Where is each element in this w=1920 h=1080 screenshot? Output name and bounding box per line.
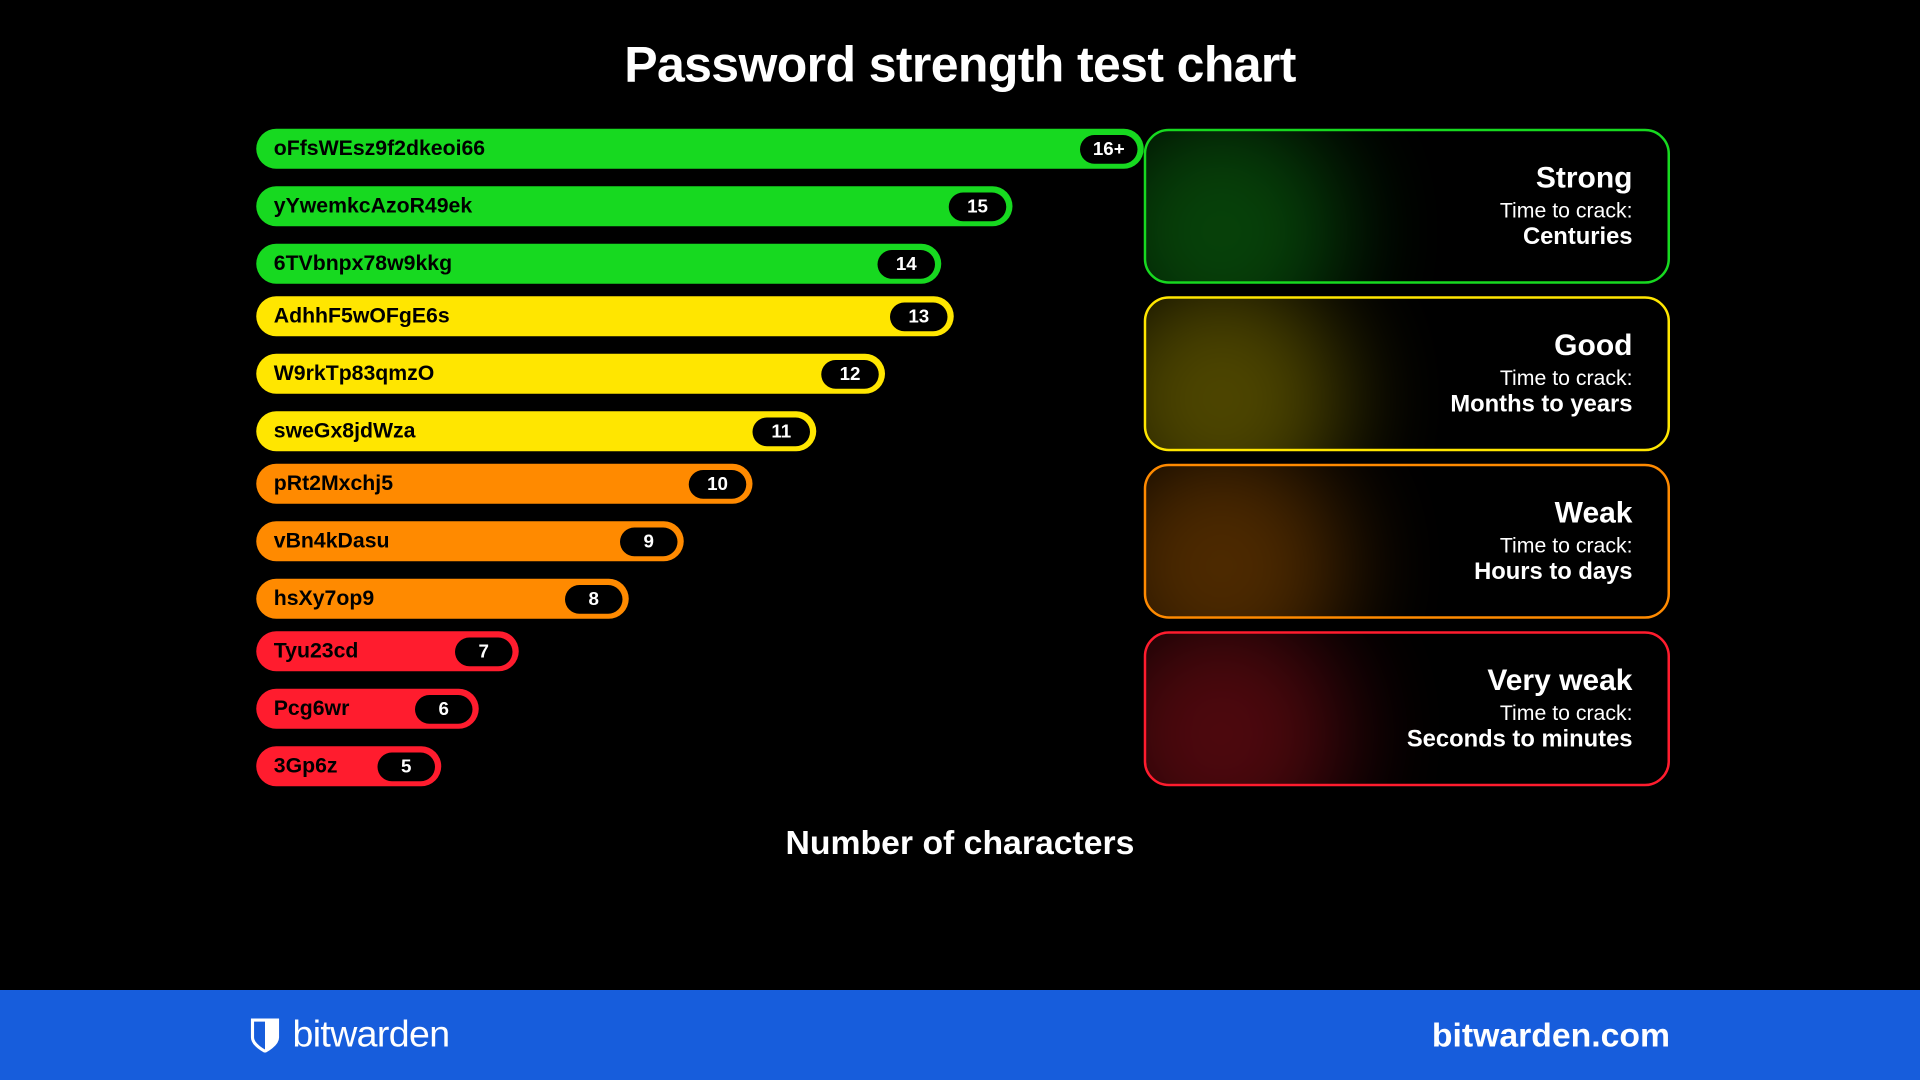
brand-logo: bitwarden (250, 1014, 449, 1057)
char-count-pill: 13 (890, 302, 948, 331)
char-count-pill: 15 (949, 192, 1007, 221)
password-bar: W9rkTp83qmzO 12 (256, 354, 885, 394)
password-bar: 6TVbnpx78w9kkg 14 (256, 244, 941, 284)
section-weak: pRt2Mxchj5 10 vBn4kDasu 9 hsXy7op9 8 (256, 464, 1144, 619)
section-strong: oFfsWEsz9f2dkeoi66 16+ yYwemkcAzoR49ek 15 6T… (256, 129, 1144, 284)
bar-row: yYwemkcAzoR49ek 15 (256, 186, 1144, 226)
glow-decoration (1144, 464, 1347, 619)
section-veryweak: Tyu23cd 7 Pcg6wr 6 3Gp6z 5 (256, 631, 1144, 786)
x-axis-label: Number of characters (0, 824, 1920, 863)
bar-row: Pcg6wr 6 (256, 689, 1144, 729)
char-count-pill: 8 (565, 584, 623, 613)
char-count-pill: 5 (378, 752, 436, 781)
password-text: hsXy7op9 (274, 586, 374, 611)
char-count-pill: 10 (689, 469, 747, 498)
bar-row: 3Gp6z 5 (256, 746, 1144, 786)
password-text: 3Gp6z (274, 754, 338, 779)
strength-label: Good (1554, 329, 1632, 364)
crack-label: Time to crack: (1500, 701, 1633, 726)
glow-decoration (1144, 631, 1347, 786)
legend-box-veryweak: Very weakTime to crack:Seconds to minute… (1144, 631, 1670, 786)
crack-time: Hours to days (1474, 559, 1632, 587)
bar-row: 6TVbnpx78w9kkg 14 (256, 244, 1144, 284)
password-text: W9rkTp83qmzO (274, 361, 435, 386)
password-bar: Tyu23cd 7 (256, 631, 519, 671)
bar-row: Tyu23cd 7 (256, 631, 1144, 671)
crack-time: Seconds to minutes (1407, 726, 1633, 754)
brand-url: bitwarden.com (1432, 1016, 1670, 1055)
glow-decoration (1144, 296, 1347, 451)
bar-row: AdhhF5wOFgE6s 13 (256, 296, 1144, 336)
bar-row: hsXy7op9 8 (256, 579, 1144, 619)
char-count-pill: 9 (620, 527, 678, 556)
bar-row: pRt2Mxchj5 10 (256, 464, 1144, 504)
chart-area: oFfsWEsz9f2dkeoi6616+yYwemkcAzoR49ek156T… (0, 129, 1920, 787)
footer-bar: bitwarden bitwarden.com (0, 990, 1920, 1080)
crack-time: Centuries (1523, 224, 1633, 252)
bar-row: sweGx8jdWza 11 (256, 411, 1144, 451)
password-bar: sweGx8jdWza 11 (256, 411, 816, 451)
shield-icon (250, 1018, 280, 1053)
bar-row: oFfsWEsz9f2dkeoi66 16+ (256, 129, 1144, 169)
password-text: oFfsWEsz9f2dkeoi66 (274, 136, 485, 161)
chart-container: Password strength test chart oFfsWEsz9f2… (0, 0, 1920, 1080)
char-count-pill: 6 (415, 694, 473, 723)
crack-label: Time to crack: (1500, 199, 1633, 224)
legend-box-good: GoodTime to crack:Months to years (1144, 296, 1670, 451)
password-text: Pcg6wr (274, 696, 350, 721)
legend-box-strong: Strong Time to crack:Centuries (1144, 129, 1670, 284)
password-bar: vBn4kDasu 9 (256, 521, 684, 561)
bar-row: W9rkTp83qmzO 12 (256, 354, 1144, 394)
legend-column: StrongTime to crack:CenturiesGoodTime to… (1144, 129, 1670, 787)
password-bar: Pcg6wr 6 (256, 689, 479, 729)
chart-title: Password strength test chart (0, 0, 1920, 129)
char-count-pill: 11 (753, 417, 811, 446)
char-count-pill: 7 (455, 637, 513, 666)
brand-name: bitwarden (293, 1014, 450, 1057)
password-text: AdhhF5wOFgE6s (274, 304, 450, 329)
password-bar: yYwemkcAzoR49ek 15 (256, 186, 1012, 226)
bars-column: oFfsWEsz9f2dkeoi6616+yYwemkcAzoR49ek156T… (256, 129, 1144, 787)
password-text: vBn4kDasu (274, 529, 390, 554)
bar-row: vBn4kDasu 9 (256, 521, 1144, 561)
section-good: AdhhF5wOFgE6s13W9rkTp83qmzO12sweGx8jdWza… (256, 296, 1144, 451)
strength-label: Very weak (1487, 664, 1632, 699)
crack-time: Months to years (1450, 391, 1632, 419)
glow-decoration (1144, 129, 1347, 284)
password-bar: 3Gp6z 5 (256, 746, 441, 786)
crack-label: Time to crack: (1500, 534, 1633, 559)
strength-label: Strong (1536, 161, 1633, 196)
password-bar: AdhhF5wOFgE6s 13 (256, 296, 954, 336)
char-count-pill: 12 (821, 359, 879, 388)
password-text: Tyu23cd (274, 639, 359, 664)
password-bar: pRt2Mxchj5 10 (256, 464, 752, 504)
char-count-pill: 16+ (1080, 134, 1138, 163)
char-count-pill: 14 (878, 249, 936, 278)
password-bar: hsXy7op9 8 (256, 579, 629, 619)
password-text: pRt2Mxchj5 (274, 471, 393, 496)
password-text: sweGx8jdWza (274, 419, 416, 444)
password-text: yYwemkcAzoR49ek (274, 194, 472, 219)
strength-label: Weak (1555, 496, 1633, 531)
password-bar: oFfsWEsz9f2dkeoi66 16+ (256, 129, 1144, 169)
crack-label: Time to crack: (1500, 366, 1633, 391)
password-text: 6TVbnpx78w9kkg (274, 251, 452, 276)
legend-box-weak: Weak Time to crack:Hours to days (1144, 464, 1670, 619)
